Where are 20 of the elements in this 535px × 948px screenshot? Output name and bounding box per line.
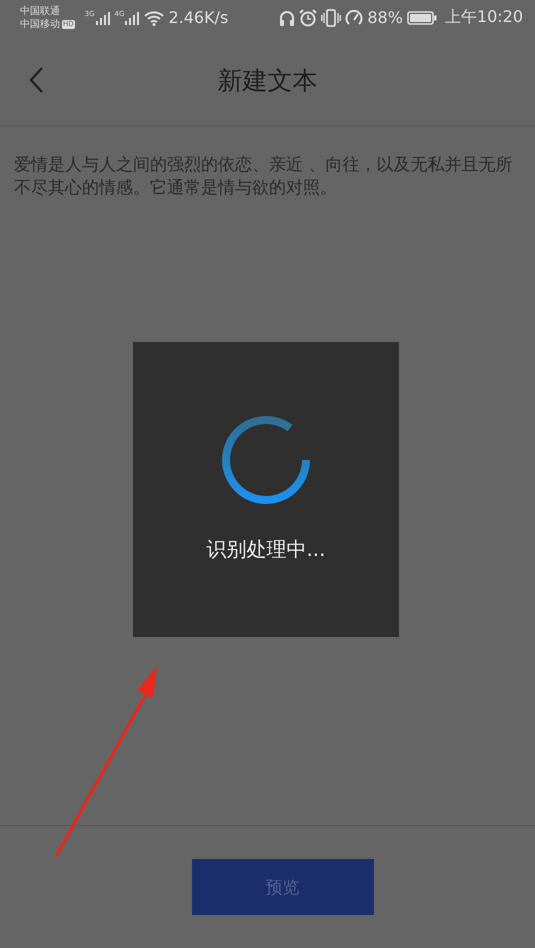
back-icon [28, 66, 44, 94]
vibrate-icon [321, 8, 342, 26]
back-button[interactable] [28, 66, 44, 94]
battery-icon [406, 10, 437, 26]
gauge-icon [345, 8, 364, 26]
network-speed: 2.46K/s [168, 8, 228, 27]
carrier-name: 中国联通 [20, 4, 61, 18]
preview-button[interactable]: 预览 [192, 859, 374, 915]
wifi-icon [144, 10, 164, 26]
signal-icon [94, 10, 111, 26]
clock-time: 上午10:20 [444, 7, 523, 28]
loading-spinner-icon [220, 414, 312, 506]
page-title: 新建文本 [216, 64, 318, 96]
carrier-name: 中国移动 [20, 18, 60, 30]
recognized-text: 爱情是人与人之间的强烈的依恋、亲近 、向往，以及无私并且无所不尽其心的情感。它通常是情与欲的对照。 [14, 154, 514, 200]
headphones-icon [279, 8, 296, 26]
signal-icon [124, 10, 140, 26]
alarm-icon [299, 8, 318, 26]
battery-percent: 88% [367, 8, 403, 27]
loading-message: 识别处理中... [206, 536, 326, 563]
